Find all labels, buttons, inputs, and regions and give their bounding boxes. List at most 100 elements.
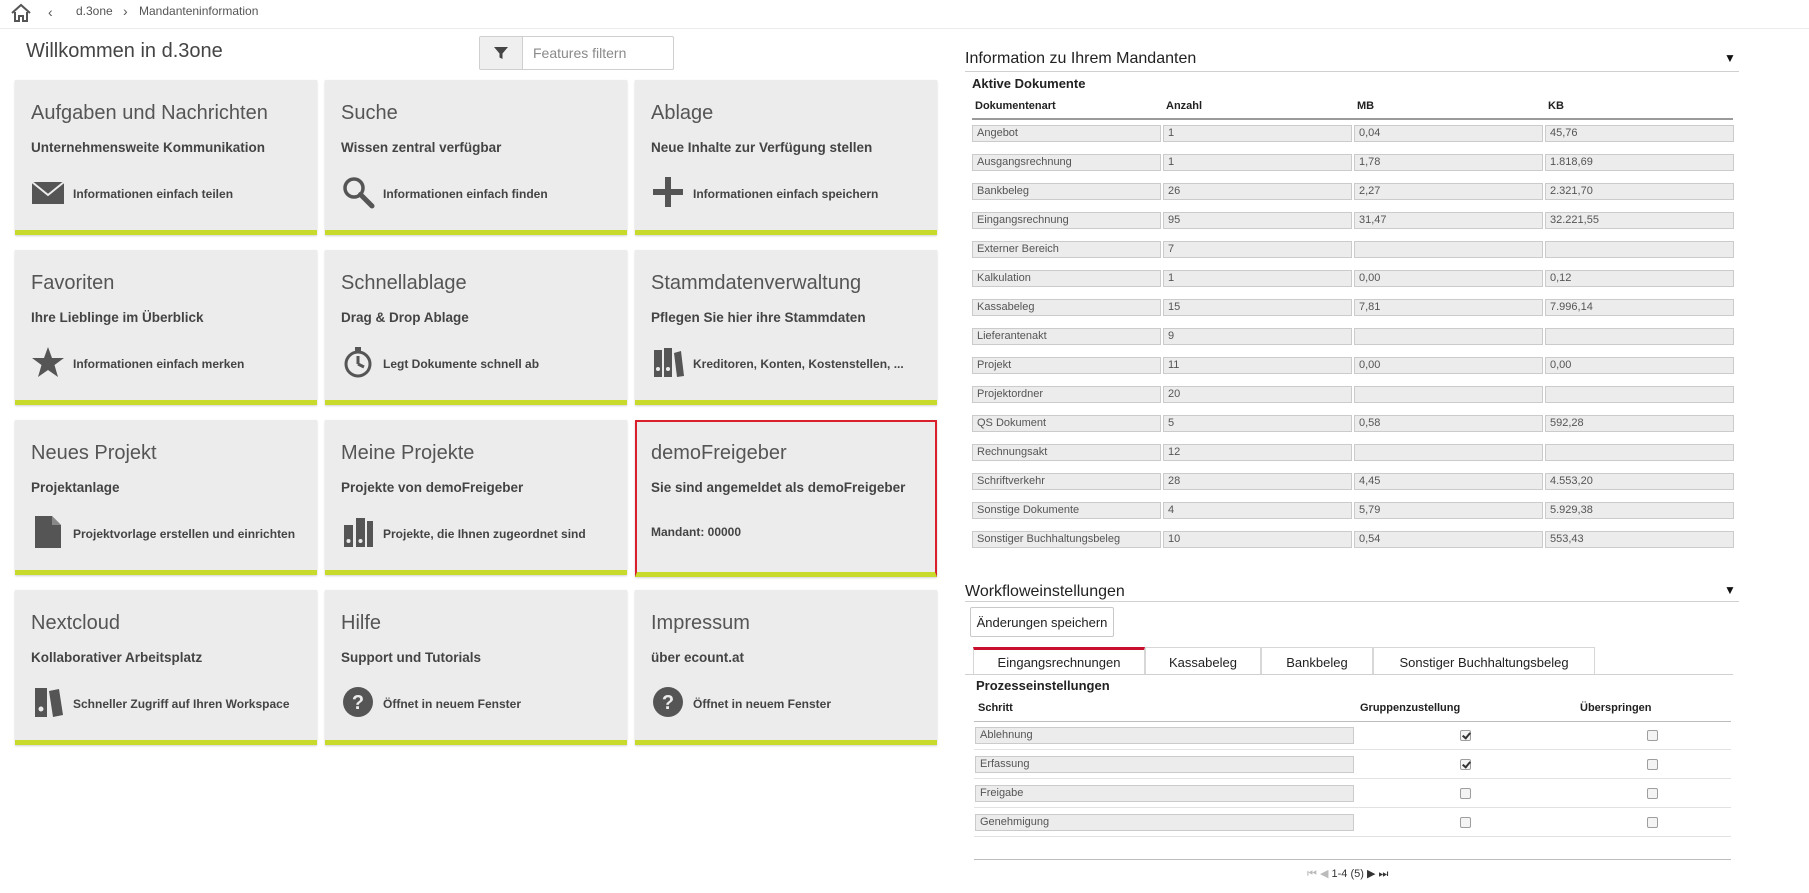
tile-subtitle: Support und Tutorials (341, 650, 481, 665)
workflow-step: Genehmigung (975, 814, 1354, 831)
info-cell: 592,28 (1545, 415, 1734, 432)
info-cell: 11 (1163, 357, 1352, 374)
help-icon: ? (341, 685, 375, 719)
next-page-icon[interactable]: ▶ (1367, 868, 1375, 880)
row-divider (974, 836, 1731, 837)
info-cell (1545, 444, 1734, 461)
info-column-header: Dokumentenart (975, 100, 1056, 112)
info-cell: 0,00 (1545, 357, 1734, 374)
breadcrumb-current: Mandanteninformation (139, 4, 259, 18)
info-cell: 26 (1163, 183, 1352, 200)
tile-subtitle: über ecount.at (651, 650, 745, 665)
info-cell: 45,76 (1545, 125, 1734, 142)
collapse-triangle-icon[interactable]: ▼ (1724, 583, 1736, 597)
info-cell: 2.321,70 (1545, 183, 1734, 200)
tile-title: Meine Projekte (341, 442, 475, 464)
info-cell (1354, 386, 1543, 403)
tile-nextcloud[interactable]: Nextcloud Kollaborativer Arbeitsplatz Schn… (15, 590, 317, 745)
filter-button[interactable] (480, 37, 523, 69)
info-cell: 5.929,38 (1545, 502, 1734, 519)
tile-title: Nextcloud (31, 612, 120, 634)
tile-subtitle: Wissen zentral verfügbar (341, 140, 502, 155)
tile-title: Hilfe (341, 612, 382, 634)
tile-link-text: Öffnet in neuem Fenster (383, 697, 522, 711)
tile-title: demoFreigeber (651, 442, 787, 464)
tile-subtitle: Kollaborativer Arbeitsplatz (31, 650, 203, 665)
info-cell: 4.553,20 (1545, 473, 1734, 490)
workflow-step: Ablehnung (975, 727, 1354, 744)
tile-ablage[interactable]: Ablage Neue Inhalte zur Verfügung stellen… (635, 80, 937, 235)
first-page-icon[interactable]: ⏮ (1307, 868, 1317, 880)
tile-schnellablage[interactable]: Schnellablage Drag & Drop Ablage Legt Doku… (325, 250, 627, 405)
info-cell: 0,00 (1354, 270, 1543, 287)
tile-meine-projekte[interactable]: Meine Projekte Projekte von demoFreigeber… (325, 420, 627, 575)
info-cell: Ausgangsrechnung (972, 154, 1161, 171)
save-changes-button[interactable]: Änderungen speichern (970, 607, 1114, 637)
info-cell: 0,54 (1354, 531, 1543, 548)
tile-link-text: Informationen einfach teilen (73, 187, 234, 201)
folders-icon (341, 515, 375, 549)
info-cell: Eingangsrechnung (972, 212, 1161, 229)
info-cell: 5 (1163, 415, 1352, 432)
prev-page-icon[interactable]: ◀ (1320, 868, 1328, 880)
skip-checkbox[interactable] (1647, 759, 1658, 770)
tile-subtitle: Drag & Drop Ablage (341, 310, 469, 325)
group-delivery-checkbox[interactable] (1460, 817, 1471, 828)
skip-checkbox[interactable] (1647, 817, 1658, 828)
collapse-triangle-icon[interactable]: ▼ (1724, 51, 1736, 65)
tile-aufgaben-und-nachrichten[interactable]: Aufgaben und Nachrichten Unternehmensweit… (15, 80, 317, 235)
tab-sonstiger-buchhaltungsbeleg[interactable]: Sonstiger Buchhaltungsbeleg (1373, 647, 1595, 674)
tile-link-text: Schneller Zugriff auf Ihren Workspace (73, 697, 290, 711)
tile-subtitle: Sie sind angemeldet als demoFreigeber (651, 480, 906, 495)
tile-subtitle: Projektanlage (31, 480, 120, 495)
group-delivery-checkbox[interactable] (1460, 730, 1471, 741)
tile-hilfe[interactable]: Hilfe Support und Tutorials? Öffnet in neu… (325, 590, 627, 745)
filter-input[interactable] (523, 37, 669, 69)
table-bottom-line (974, 859, 1731, 860)
tile-impressum[interactable]: Impressum über ecount.at? Öffnet in neuem … (635, 590, 937, 745)
info-cell: 4,45 (1354, 473, 1543, 490)
info-cell: Sonstige Dokumente (972, 502, 1161, 519)
skip-checkbox[interactable] (1647, 788, 1658, 799)
tile-link-text: Informationen einfach speichern (693, 187, 879, 201)
info-cell: 7.996,14 (1545, 299, 1734, 316)
info-cell: 7 (1163, 241, 1352, 258)
tab-eingangsrechnungen[interactable]: Eingangsrechnungen (973, 647, 1145, 674)
back-chevron-icon[interactable]: ‹ (48, 4, 53, 20)
plus-icon (651, 175, 685, 209)
info-cell: Kassabeleg (972, 299, 1161, 316)
info-column-header: MB (1357, 100, 1375, 112)
skip-checkbox[interactable] (1647, 730, 1658, 741)
workflow-column-header: Schritt (978, 702, 1013, 714)
tile-demofreigeber[interactable]: demoFreigeber Sie sind angemeldet als dem… (635, 420, 937, 577)
group-delivery-checkbox[interactable] (1460, 788, 1471, 799)
tab-kassabeleg[interactable]: Kassabeleg (1145, 647, 1261, 674)
workflow-step: Freigabe (975, 785, 1354, 802)
active-docs-heading: Aktive Dokumente (972, 76, 1086, 91)
tile-neues-projekt[interactable]: Neues Projekt Projektanlage Projektvorlage… (15, 420, 317, 575)
info-cell (1545, 241, 1734, 258)
row-divider (974, 778, 1731, 779)
info-cell: Schriftverkehr (972, 473, 1161, 490)
binders-icon (651, 345, 685, 379)
tile-title: Favoriten (31, 272, 115, 294)
stopwatch-icon (341, 345, 375, 379)
last-page-icon[interactable]: ⏭ (1379, 868, 1389, 880)
mandant-label: Mandant: 00000 (651, 525, 742, 539)
info-cell: 7,81 (1354, 299, 1543, 316)
workflow-section-title: Workfloweinstellungen (965, 583, 1125, 600)
info-cell: 5,79 (1354, 502, 1543, 519)
pager-label: 1-4 (5) (1331, 868, 1364, 880)
tile-favoriten[interactable]: Favoriten Ihre Lieblinge im Überblick Info… (15, 250, 317, 405)
tile-stammdatenverwaltung[interactable]: Stammdatenverwaltung Pflegen Sie hier ihr… (635, 250, 937, 405)
info-column-header: Anzahl (1166, 100, 1203, 112)
group-delivery-checkbox[interactable] (1460, 759, 1471, 770)
info-cell (1354, 241, 1543, 258)
info-cell: Externer Bereich (972, 241, 1161, 258)
tab-bankbeleg[interactable]: Bankbeleg (1261, 647, 1373, 674)
tile-suche[interactable]: Suche Wissen zentral verfügbar Information… (325, 80, 627, 235)
home-icon[interactable] (10, 3, 32, 23)
info-cell: 0,12 (1545, 270, 1734, 287)
breadcrumb-root[interactable]: d.3one (76, 4, 113, 18)
row-divider (974, 749, 1731, 750)
